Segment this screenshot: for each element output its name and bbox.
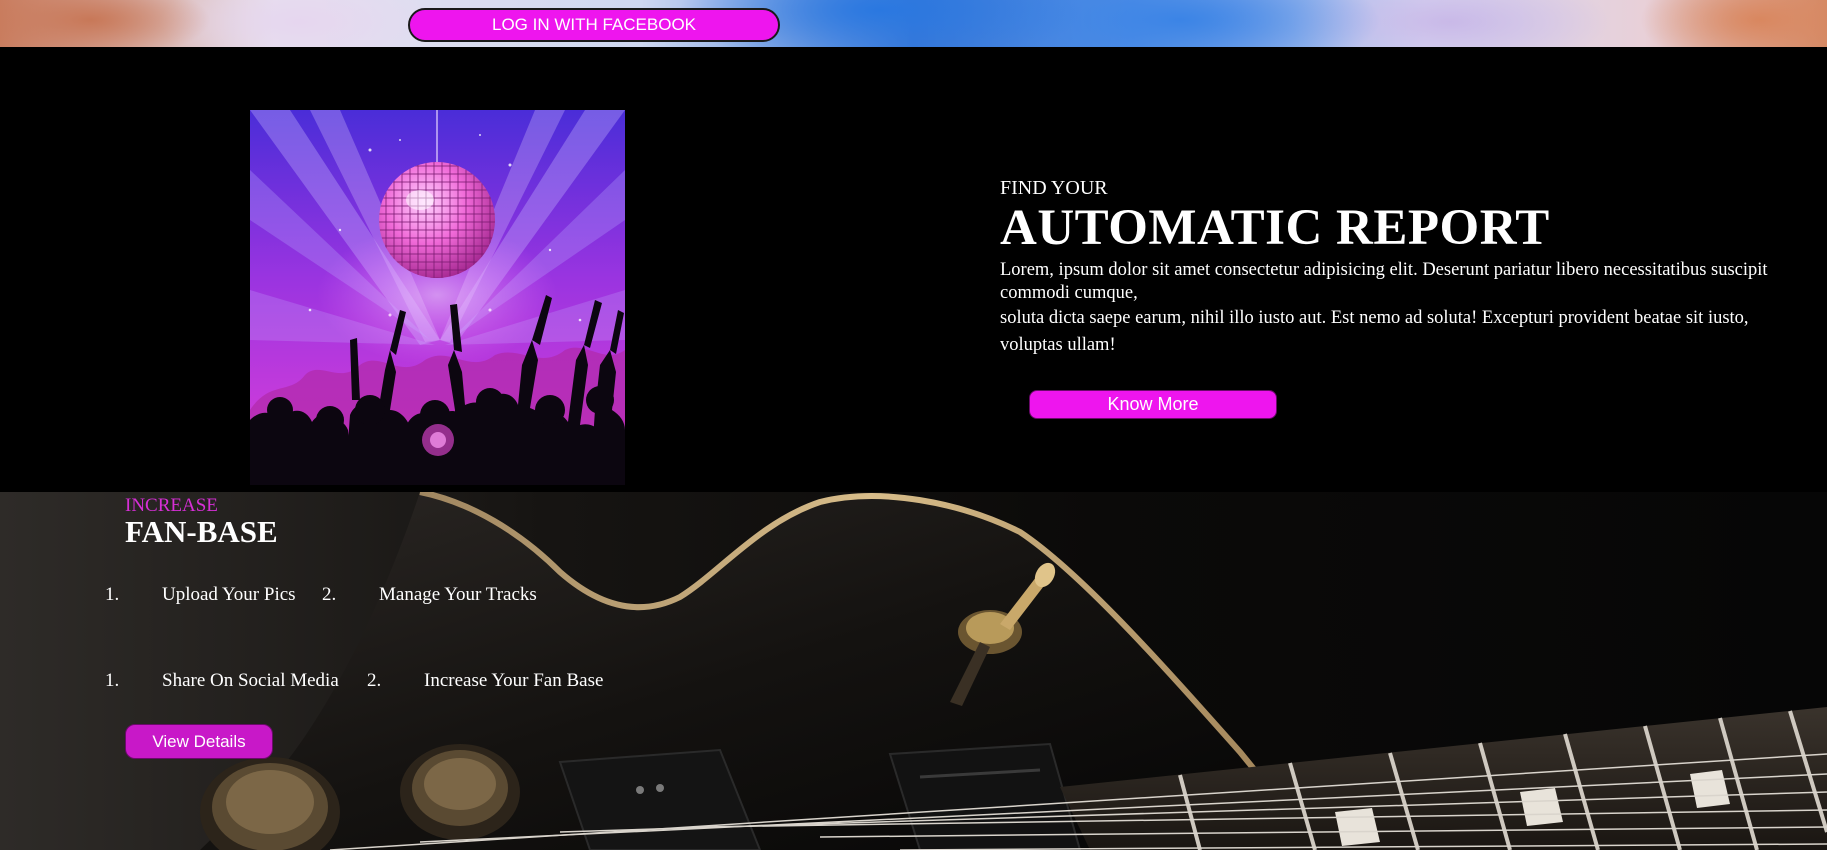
steps-row-1: 1. Upload Your Pics 2. Manage Your Track… [105,584,537,606]
step-number: 2. [367,670,382,691]
disco-party-image [250,110,625,485]
fan-base-section: INCREASE FAN-BASE 1. Upload Your Pics 2.… [0,492,1827,850]
step-number: 2. [322,584,337,605]
hero-paragraph-line2: soluta dicta saepe earum, nihil illo ius… [1000,308,1749,355]
know-more-button[interactable]: Know More [1029,390,1277,419]
step-manage-tracks: Manage Your Tracks [379,584,537,605]
step-number: 1. [105,670,120,691]
header-banner: LOG IN WITH FACEBOOK [0,0,1827,47]
facebook-login-button[interactable]: LOG IN WITH FACEBOOK [408,8,780,42]
steps-row-2: 1. Share On Social Media 2. Increase You… [105,670,603,692]
hero-text-block: FIND YOUR AUTOMATIC REPORT Lorem, ipsum … [1000,177,1790,359]
hero-paragraph-line1: Lorem, ipsum dolor sit amet consectetur … [1000,260,1768,303]
fan-base-kicker: INCREASE [125,495,218,516]
hero-title: AUTOMATIC REPORT [1000,200,1550,256]
fan-base-title: FAN-BASE [125,514,278,549]
step-upload-pics: Upload Your Pics [162,584,296,605]
step-number: 1. [105,584,120,605]
hero-section: FIND YOUR AUTOMATIC REPORT Lorem, ipsum … [0,47,1827,492]
step-increase-fan-base: Increase Your Fan Base [424,670,604,691]
hero-kicker: FIND YOUR [1000,177,1108,199]
page: LOG IN WITH FACEBOOK FIND YOUR AUTOMATIC… [0,0,1827,850]
step-share-social: Share On Social Media [162,670,339,691]
view-details-button[interactable]: View Details [125,724,273,759]
disco-party-illustration [250,110,625,485]
